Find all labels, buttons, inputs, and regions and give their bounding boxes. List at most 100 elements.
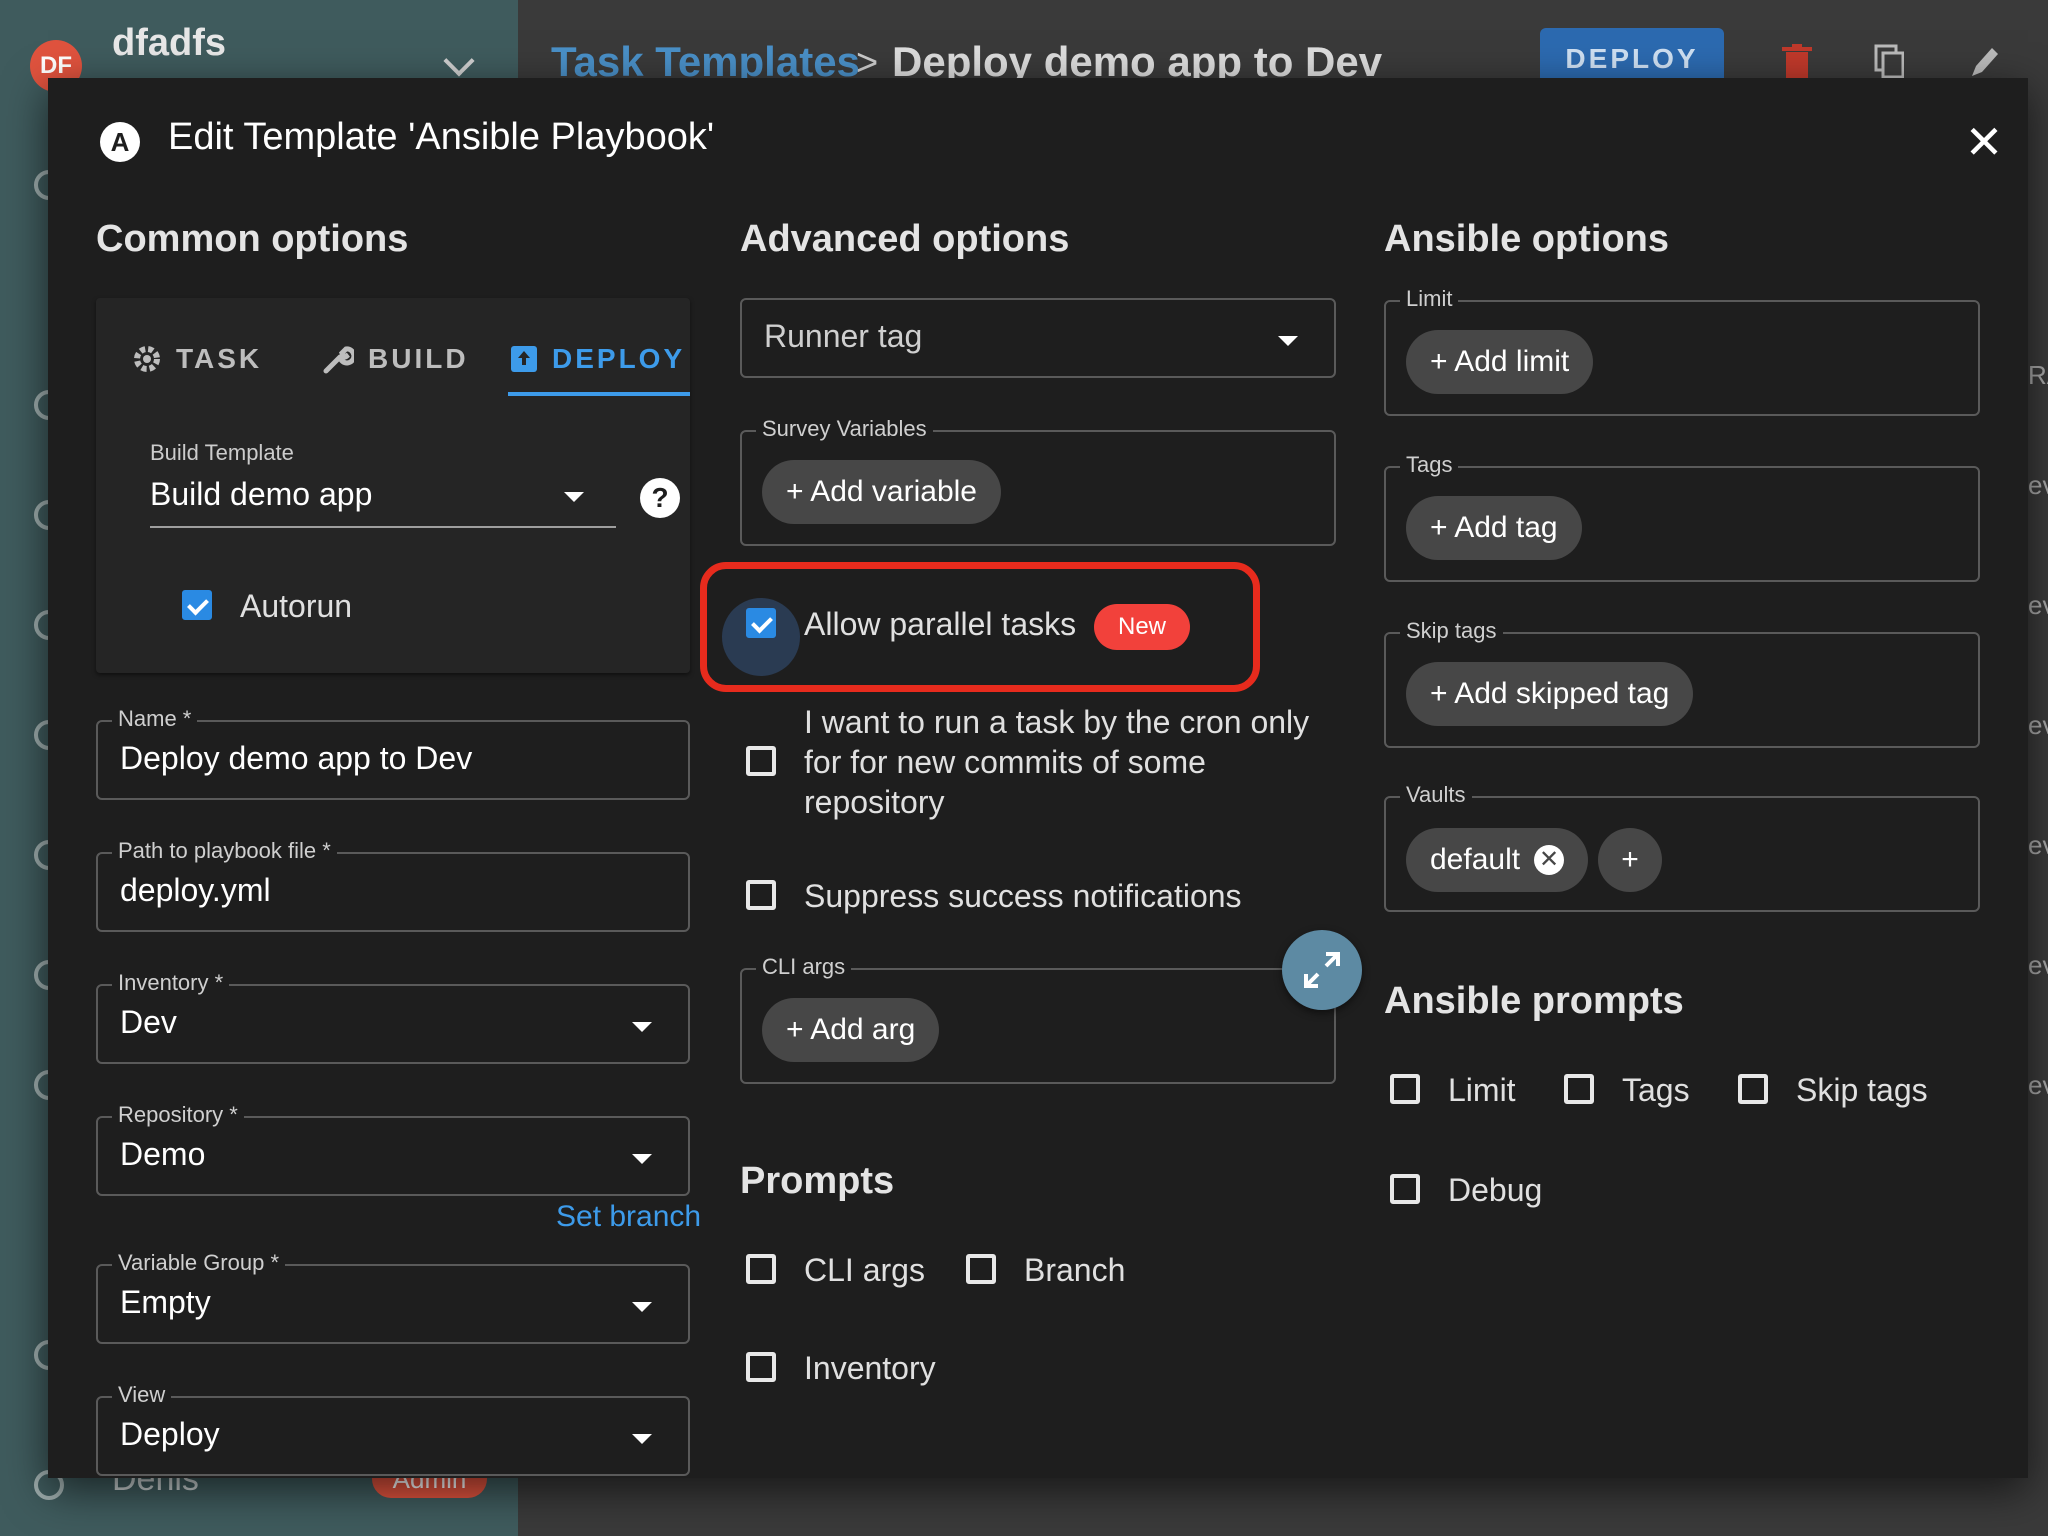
inventory-select[interactable]: Inventory * Dev — [96, 970, 690, 1064]
delete-icon[interactable] — [1782, 44, 1812, 78]
ansible-prompt-tags-checkbox[interactable] — [1564, 1074, 1594, 1104]
ansible-prompt-debug-label: Debug — [1448, 1172, 1543, 1208]
runner-tag-select[interactable]: Runner tag — [740, 298, 1336, 378]
repository-value: Demo — [120, 1136, 206, 1172]
tab-deploy[interactable]: DEPLOY — [510, 328, 685, 390]
skip-tags-field: Skip tags + Add skipped tag — [1384, 618, 1980, 748]
deploy-icon — [511, 346, 537, 372]
dialog-title: Edit Template 'Ansible Playbook' — [168, 116, 715, 158]
runner-tag-placeholder: Runner tag — [764, 318, 923, 354]
prompt-branch-checkbox[interactable] — [966, 1254, 996, 1284]
ansible-prompts-heading: Ansible prompts — [1384, 980, 1684, 1022]
view-value: Deploy — [120, 1416, 220, 1452]
ansible-options-heading: Ansible options — [1384, 218, 1669, 260]
bg-column-text: ev — [2028, 1070, 2048, 1100]
chevron-down-icon[interactable] — [443, 45, 475, 77]
inventory-label: Inventory * — [112, 970, 230, 996]
variable-group-value: Empty — [120, 1284, 211, 1320]
common-options-heading: Common options — [96, 218, 409, 260]
project-name[interactable]: dfadfs — [112, 22, 226, 65]
add-tag-button[interactable]: + Add tag — [1406, 496, 1582, 560]
ansible-prompt-skip-tags-label: Skip tags — [1796, 1072, 1928, 1108]
ansible-prompt-limit-checkbox[interactable] — [1390, 1074, 1420, 1104]
repository-label: Repository * — [112, 1102, 244, 1128]
set-branch-link[interactable]: Set branch — [556, 1200, 701, 1234]
dropdown-caret-icon[interactable] — [564, 492, 584, 502]
expand-button[interactable] — [1282, 930, 1362, 1010]
bg-column-text: ev — [2028, 830, 2048, 860]
view-label: View — [112, 1382, 172, 1408]
tab-label: DEPLOY — [552, 343, 686, 374]
ansible-prompt-skip-tags-checkbox[interactable] — [1738, 1074, 1768, 1104]
vaults-label: Vaults — [1400, 782, 1472, 808]
tab-task[interactable]: TASK — [132, 328, 262, 390]
close-icon[interactable]: ✕ — [1960, 118, 2008, 166]
active-tab-indicator — [508, 392, 690, 396]
dropdown-caret-icon[interactable] — [632, 1434, 652, 1444]
add-arg-button[interactable]: + Add arg — [762, 998, 940, 1062]
build-template-underline — [150, 526, 616, 528]
autorun-label: Autorun — [240, 588, 353, 624]
inventory-value: Dev — [120, 1004, 177, 1040]
name-field[interactable]: Name * Deploy demo app to Dev — [96, 706, 690, 800]
autorun-checkbox[interactable] — [182, 590, 212, 620]
survey-variables-label: Survey Variables — [756, 416, 933, 442]
wrench-icon — [323, 346, 354, 374]
prompt-inventory-checkbox[interactable] — [746, 1352, 776, 1382]
bg-column-text: ev — [2028, 710, 2048, 740]
tab-label: TASK — [176, 343, 263, 374]
highlight-annotation — [700, 562, 1260, 692]
edit-icon[interactable] — [1970, 44, 2000, 78]
bg-column-text: ev — [2028, 590, 2048, 620]
copy-icon[interactable] — [1874, 44, 1904, 78]
cli-args-label: CLI args — [756, 954, 852, 980]
tags-field: Tags + Add tag — [1384, 452, 1980, 582]
edit-template-dialog: A Edit Template 'Ansible Playbook' ✕ Com… — [48, 78, 2028, 1478]
bg-column-text: ev — [2028, 950, 2048, 980]
variable-group-select[interactable]: Variable Group * Empty — [96, 1250, 690, 1344]
cron-only-label-line1: I want to run a task by the cron only — [804, 704, 1310, 740]
template-type-card: TASK BUILD DEPLOY Build Template Build d… — [96, 298, 690, 673]
dropdown-caret-icon[interactable] — [632, 1302, 652, 1312]
vault-chip-label: default — [1430, 843, 1521, 876]
cron-only-checkbox[interactable] — [746, 746, 776, 776]
ansible-prompt-limit-label: Limit — [1448, 1072, 1516, 1108]
name-field-value: Deploy demo app to Dev — [120, 740, 473, 776]
add-variable-button[interactable]: + Add variable — [762, 460, 1001, 524]
add-limit-button[interactable]: + Add limit — [1406, 330, 1594, 394]
dropdown-caret-icon[interactable] — [632, 1022, 652, 1032]
add-vault-button[interactable]: + — [1598, 828, 1662, 892]
gear-icon — [134, 346, 160, 372]
limit-field: Limit + Add limit — [1384, 286, 1980, 416]
skip-tags-label: Skip tags — [1400, 618, 1503, 644]
help-icon[interactable]: ? — [640, 478, 680, 518]
prompt-branch-label: Branch — [1024, 1252, 1126, 1288]
view-select[interactable]: View Deploy — [96, 1382, 690, 1476]
name-field-label: Name * — [112, 706, 198, 732]
cli-args-field: CLI args + Add arg — [740, 954, 1336, 1084]
dropdown-caret-icon[interactable] — [632, 1154, 652, 1164]
remove-vault-icon[interactable]: ✕ — [1534, 845, 1565, 875]
playbook-path-value: deploy.yml — [120, 872, 271, 908]
tab-label: BUILD — [368, 343, 469, 374]
build-template-label: Build Template — [150, 440, 294, 465]
ansible-prompt-debug-checkbox[interactable] — [1390, 1174, 1420, 1204]
add-skipped-tag-button[interactable]: + Add skipped tag — [1406, 662, 1694, 726]
suppress-notifications-label: Suppress success notifications — [804, 878, 1242, 914]
limit-label: Limit — [1400, 286, 1459, 312]
playbook-path-label: Path to playbook file * — [112, 838, 337, 864]
prompt-inventory-label: Inventory — [804, 1350, 936, 1386]
ansible-logo-icon: A — [100, 122, 140, 162]
vault-chip-default[interactable]: default ✕ — [1406, 828, 1589, 892]
repository-select[interactable]: Repository * Demo — [96, 1102, 690, 1196]
prompts-heading: Prompts — [740, 1160, 895, 1202]
suppress-notifications-checkbox[interactable] — [746, 880, 776, 910]
dropdown-caret-icon[interactable] — [1278, 336, 1298, 346]
tab-build[interactable]: BUILD — [322, 328, 469, 390]
build-template-select[interactable]: Build demo app — [150, 476, 372, 513]
prompt-cli-args-checkbox[interactable] — [746, 1254, 776, 1284]
playbook-path-field[interactable]: Path to playbook file * deploy.yml — [96, 838, 690, 932]
ansible-prompt-tags-label: Tags — [1622, 1072, 1690, 1108]
cron-only-label-line3: repository — [804, 784, 945, 820]
variable-group-label: Variable Group * — [112, 1250, 286, 1276]
